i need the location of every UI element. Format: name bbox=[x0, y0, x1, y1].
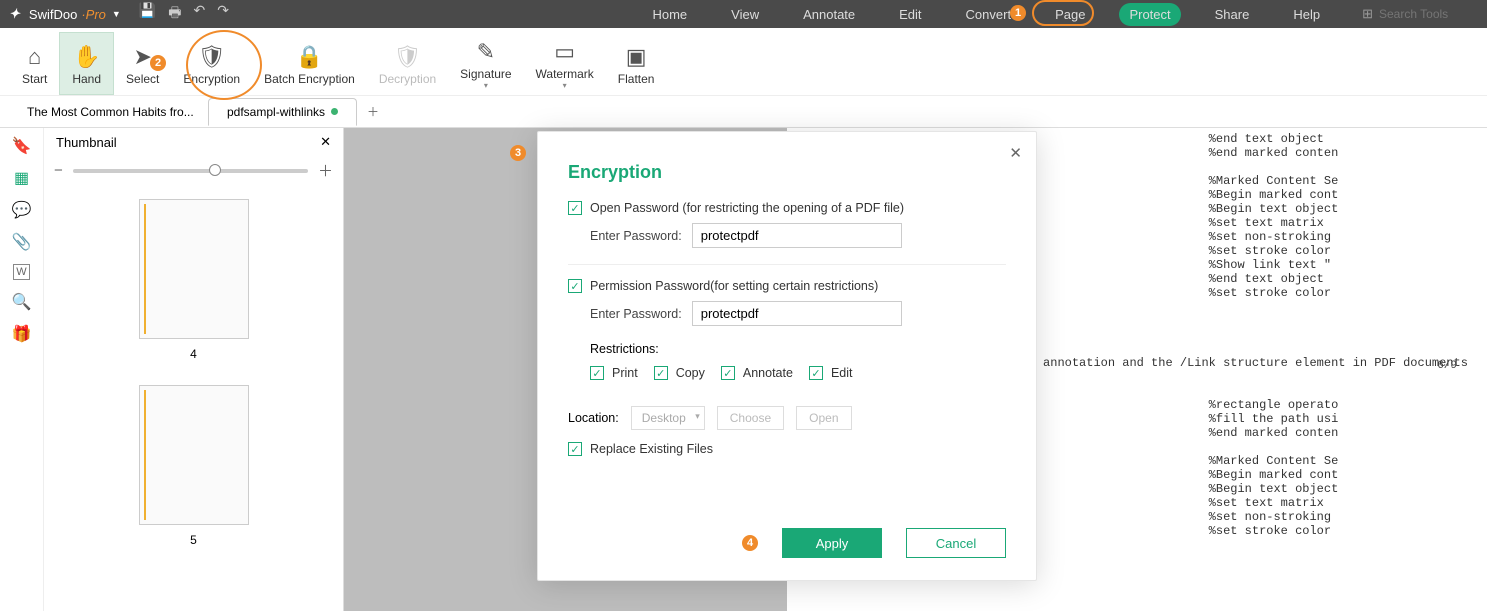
dialog-title: Encryption bbox=[568, 162, 1006, 183]
thumbnail-list: 45 bbox=[44, 189, 343, 611]
hint-4: 4 bbox=[742, 535, 758, 551]
select-icon: ➤ bbox=[133, 42, 151, 72]
signature-icon: ✎ bbox=[477, 37, 495, 67]
close-icon[interactable]: ✕ bbox=[320, 134, 331, 150]
tool-batch-encryption[interactable]: 🔒Batch Encryption bbox=[252, 32, 367, 95]
zoom-out-icon[interactable]: − bbox=[54, 162, 63, 179]
thumbnail-title: Thumbnail bbox=[56, 135, 117, 150]
restrictions-label: Restrictions: bbox=[590, 342, 1006, 356]
attach-icon[interactable]: 📎 bbox=[12, 232, 32, 252]
word-icon[interactable]: W bbox=[13, 264, 29, 280]
encryption-dialog: ✕ Encryption ✓ Open Password (for restri… bbox=[537, 131, 1037, 581]
choose-button[interactable]: Choose bbox=[717, 406, 784, 430]
open-password-input[interactable] bbox=[692, 223, 902, 248]
search-tools-input[interactable] bbox=[1379, 7, 1469, 21]
print-icon[interactable]: 🖶 bbox=[168, 2, 181, 26]
nav-protect[interactable]: Protect bbox=[1119, 3, 1180, 26]
cancel-button[interactable]: Cancel bbox=[906, 528, 1006, 558]
new-tab-button[interactable]: ＋ bbox=[357, 99, 389, 124]
open-password-label: Open Password (for restricting the openi… bbox=[590, 201, 904, 215]
search-icon[interactable]: 🔍 bbox=[12, 292, 32, 312]
thumbnail-panel: Thumbnail ✕ − ＋ 45 bbox=[44, 128, 344, 611]
gift-icon[interactable]: 🎁 bbox=[12, 324, 32, 344]
hand-icon: ✋ bbox=[73, 42, 100, 72]
quick-access: 💾 🖶 ↶ ↷ bbox=[139, 2, 229, 26]
restriction-print-checkbox[interactable]: ✓ bbox=[590, 366, 604, 380]
save-icon[interactable]: 💾 bbox=[139, 2, 156, 26]
document-tabs: The Most Common Habits fro...pdfsampl-wi… bbox=[0, 96, 1487, 128]
flatten-icon: ▣ bbox=[626, 42, 647, 72]
page-counter: 6/9 bbox=[1437, 360, 1457, 372]
zoom-in-icon[interactable]: ＋ bbox=[318, 160, 333, 181]
chevron-down-icon[interactable]: ▼ bbox=[112, 9, 121, 19]
logo-icon: ✦ bbox=[8, 6, 23, 22]
left-iconbar: 🔖 ▦ 💬 📎 W 🔍 🎁 bbox=[0, 128, 44, 611]
app-logo: ✦ SwifDoo ·Pro ▼ bbox=[0, 6, 131, 22]
brand-pro: ·Pro bbox=[81, 7, 106, 22]
tool-start[interactable]: ⌂Start bbox=[10, 32, 59, 95]
ribbon-toolbar: ⌂Start✋Hand➤Select🛡Encryption🔒Batch Encr… bbox=[0, 28, 1487, 96]
enter-password-label-2: Enter Password: bbox=[590, 307, 682, 321]
restriction-copy-checkbox[interactable]: ✓ bbox=[654, 366, 668, 380]
thumbnail[interactable]: 5 bbox=[44, 385, 343, 547]
nav-edit[interactable]: Edit bbox=[889, 3, 931, 26]
location-label: Location: bbox=[568, 411, 619, 425]
close-icon[interactable]: ✕ bbox=[1009, 144, 1022, 162]
restriction-annotate-checkbox[interactable]: ✓ bbox=[721, 366, 735, 380]
thumbnail[interactable]: 4 bbox=[44, 199, 343, 361]
batch encryption-icon: 🔒 bbox=[296, 42, 323, 72]
hint-3: 3 bbox=[510, 145, 526, 161]
hint-1: 1 bbox=[1010, 5, 1026, 21]
nav-annotate[interactable]: Annotate bbox=[793, 3, 865, 26]
menubar: ✦ SwifDoo ·Pro ▼ 💾 🖶 ↶ ↷ Home View Annotat… bbox=[0, 0, 1487, 28]
tool-decryption: 🛡Decryption bbox=[367, 32, 448, 95]
restriction-options: ✓Print✓Copy✓Annotate✓Edit bbox=[590, 366, 1006, 380]
nav-home[interactable]: Home bbox=[642, 3, 697, 26]
nav-share[interactable]: Share bbox=[1205, 3, 1260, 26]
nav-view[interactable]: View bbox=[721, 3, 769, 26]
nav-page[interactable]: Page bbox=[1045, 3, 1095, 26]
replace-label: Replace Existing Files bbox=[590, 442, 713, 456]
encryption-icon: 🛡 bbox=[198, 42, 226, 72]
brand-name: SwifDoo bbox=[29, 7, 77, 22]
permission-password-input[interactable] bbox=[692, 301, 902, 326]
tool-hand[interactable]: ✋Hand bbox=[59, 32, 114, 95]
tool-encryption[interactable]: 🛡Encryption bbox=[171, 32, 252, 95]
permission-password-label: Permission Password(for setting certain … bbox=[590, 279, 878, 293]
location-select[interactable]: Desktop bbox=[631, 406, 705, 430]
doc-tab[interactable]: pdfsampl-withlinks bbox=[208, 98, 357, 126]
apply-button[interactable]: Apply bbox=[782, 528, 882, 558]
watermark-icon: ▭ bbox=[554, 37, 575, 67]
permission-password-checkbox[interactable]: ✓ bbox=[568, 279, 582, 293]
decryption-icon: 🛡 bbox=[394, 42, 422, 72]
undo-icon[interactable]: ↶ bbox=[193, 2, 205, 26]
comment-icon[interactable]: 💬 bbox=[12, 200, 32, 220]
start-icon: ⌂ bbox=[28, 42, 41, 72]
enter-password-label: Enter Password: bbox=[590, 229, 682, 243]
replace-checkbox[interactable]: ✓ bbox=[568, 442, 582, 456]
open-password-checkbox[interactable]: ✓ bbox=[568, 201, 582, 215]
tool-signature[interactable]: ✎Signature▾ bbox=[448, 32, 523, 95]
tool-flatten[interactable]: ▣Flatten bbox=[606, 32, 667, 95]
grid-icon: ⊞ bbox=[1362, 6, 1373, 22]
zoom-slider[interactable] bbox=[73, 169, 308, 173]
redo-icon[interactable]: ↷ bbox=[217, 2, 229, 26]
bookmark-icon[interactable]: 🔖 bbox=[12, 136, 32, 156]
restriction-edit-checkbox[interactable]: ✓ bbox=[809, 366, 823, 380]
nav-help[interactable]: Help bbox=[1283, 3, 1330, 26]
hint-2: 2 bbox=[150, 55, 166, 71]
doc-tab[interactable]: The Most Common Habits fro... bbox=[8, 98, 208, 126]
main-nav: HomeViewAnnotateEditConvertPageProtectSh… bbox=[642, 3, 1487, 26]
thumb-zoom: − ＋ bbox=[44, 156, 343, 189]
open-button[interactable]: Open bbox=[796, 406, 851, 430]
dirty-indicator bbox=[331, 108, 338, 115]
grid-icon[interactable]: ▦ bbox=[14, 168, 29, 188]
tool-watermark[interactable]: ▭Watermark▾ bbox=[524, 32, 606, 95]
